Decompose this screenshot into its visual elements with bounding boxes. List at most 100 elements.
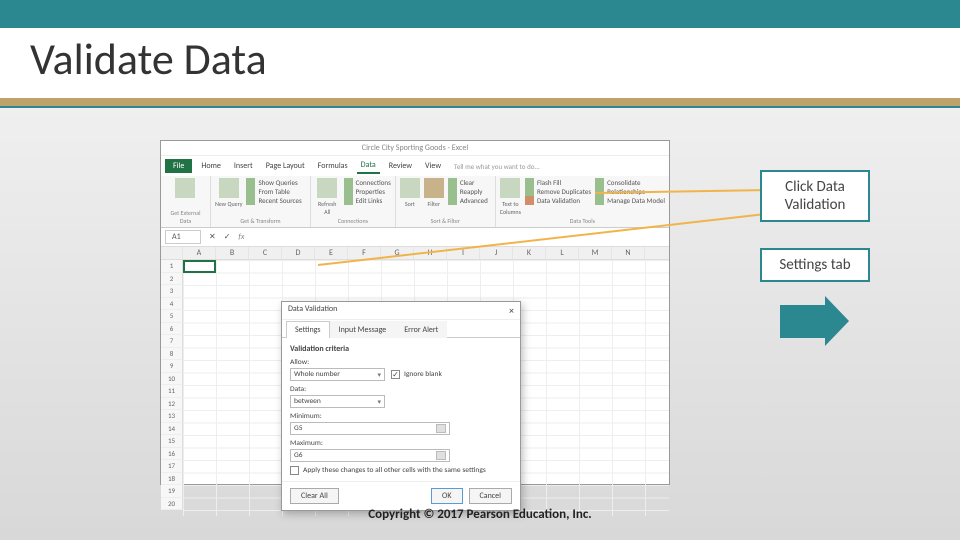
tab-review[interactable]: Review: [385, 159, 416, 173]
col-header[interactable]: B: [216, 247, 249, 259]
callout-text: Click Data: [785, 178, 845, 196]
cmd-flash-fill[interactable]: Flash Fill: [525, 178, 591, 187]
group-connections: Refresh All Connections Properties Edit …: [311, 176, 396, 227]
row-header[interactable]: 2: [161, 273, 183, 286]
minimum-label: Minimum:: [290, 412, 512, 421]
callout-text: Validation: [785, 196, 846, 214]
data-validation-dialog: Data Validation × Settings Input Message…: [281, 301, 521, 511]
ignore-blank-checkbox[interactable]: ✓Ignore blank: [391, 370, 442, 379]
cmd-data-validation[interactable]: Data Validation: [525, 196, 591, 205]
tab-formulas[interactable]: Formulas: [314, 159, 352, 173]
col-header[interactable]: N: [612, 247, 645, 259]
cmd-recent-sources[interactable]: Recent Sources: [246, 196, 301, 205]
refresh-all-icon[interactable]: [317, 178, 337, 198]
row-header[interactable]: 10: [161, 373, 183, 386]
new-query-label: New Query: [215, 200, 243, 208]
row-header[interactable]: 12: [161, 398, 183, 411]
row-header[interactable]: 9: [161, 360, 183, 373]
row-header[interactable]: 7: [161, 335, 183, 348]
tab-file[interactable]: File: [165, 159, 192, 173]
row-header[interactable]: 6: [161, 323, 183, 336]
name-box[interactable]: A1: [165, 230, 201, 244]
group-sort-filter: Sort Filter Clear Reapply Advanced Sort …: [396, 176, 496, 227]
row-header[interactable]: 16: [161, 448, 183, 461]
dialog-body: Validation criteria Allow: Whole number …: [282, 338, 520, 481]
row-header[interactable]: 11: [161, 385, 183, 398]
cancel-button[interactable]: Cancel: [469, 488, 513, 504]
row-header[interactable]: 1: [161, 260, 183, 273]
col-header[interactable]: A: [183, 247, 216, 259]
cmd-advanced[interactable]: Advanced: [448, 196, 488, 205]
row-header[interactable]: 15: [161, 435, 183, 448]
tab-error-alert[interactable]: Error Alert: [395, 321, 447, 338]
cmd-properties[interactable]: Properties: [344, 187, 391, 196]
sort-icon[interactable]: [400, 178, 420, 198]
col-header[interactable]: D: [282, 247, 315, 259]
maximum-label: Maximum:: [290, 439, 512, 448]
tab-settings[interactable]: Settings: [286, 321, 330, 338]
tell-me-search[interactable]: Tell me what you want to do...: [450, 160, 544, 173]
ref-button-icon[interactable]: [436, 451, 446, 460]
cmd-manage-data-model[interactable]: Manage Data Model: [595, 196, 665, 205]
group-label-external: Get External Data: [165, 209, 206, 225]
group-label-connections: Connections: [315, 217, 391, 225]
dialog-tabs: Settings Input Message Error Alert: [282, 320, 520, 338]
title-teal-bar: [0, 0, 960, 28]
cancel-icon[interactable]: ✕: [209, 232, 216, 242]
copyright-text: Copyright © 2017 Pearson Education, Inc.: [0, 507, 960, 522]
fx-icon[interactable]: fx: [238, 232, 244, 242]
cmd-edit-links[interactable]: Edit Links: [344, 196, 391, 205]
row-header[interactable]: 3: [161, 285, 183, 298]
col-header[interactable]: M: [579, 247, 612, 259]
col-header[interactable]: K: [513, 247, 546, 259]
group-data-tools: Text to Columns Flash Fill Remove Duplic…: [496, 176, 669, 227]
tab-insert[interactable]: Insert: [230, 159, 257, 173]
tab-input-message[interactable]: Input Message: [330, 321, 396, 338]
select-all-corner[interactable]: [161, 247, 183, 259]
cmd-remove-duplicates[interactable]: Remove Duplicates: [525, 187, 591, 196]
cmd-connections[interactable]: Connections: [344, 178, 391, 187]
text-to-columns-icon[interactable]: [500, 178, 520, 198]
row-header[interactable]: 19: [161, 485, 183, 498]
data-label: Data:: [290, 385, 512, 394]
cmd-consolidate[interactable]: Consolidate: [595, 178, 665, 187]
row-header[interactable]: 17: [161, 460, 183, 473]
ribbon-tabs: File Home Insert Page Layout Formulas Da…: [161, 156, 669, 176]
get-external-data-icon[interactable]: [175, 178, 195, 198]
row-header[interactable]: 5: [161, 310, 183, 323]
cmd-from-table[interactable]: From Table: [246, 187, 301, 196]
col-header[interactable]: E: [315, 247, 348, 259]
callout-text: Settings tab: [779, 256, 850, 274]
col-header[interactable]: L: [546, 247, 579, 259]
tab-pagelayout[interactable]: Page Layout: [262, 159, 309, 173]
cmd-clear[interactable]: Clear: [448, 178, 488, 187]
title-band: Validate Data: [0, 0, 960, 108]
ref-button-icon[interactable]: [436, 424, 446, 433]
row-header[interactable]: 14: [161, 423, 183, 436]
clear-all-button[interactable]: Clear All: [290, 488, 339, 504]
minimum-input[interactable]: G5: [290, 422, 450, 435]
row-header[interactable]: 4: [161, 298, 183, 311]
active-cell[interactable]: [183, 260, 216, 273]
ok-button[interactable]: OK: [431, 488, 462, 504]
cmd-show-queries[interactable]: Show Queries: [246, 178, 301, 187]
row-header[interactable]: 8: [161, 348, 183, 361]
row-header[interactable]: 13: [161, 410, 183, 423]
close-icon[interactable]: ×: [509, 304, 514, 317]
new-query-icon[interactable]: [219, 178, 239, 198]
data-select[interactable]: between: [290, 395, 385, 408]
filter-icon[interactable]: [424, 178, 444, 198]
tab-home[interactable]: Home: [197, 159, 225, 173]
group-label-datatools: Data Tools: [500, 217, 665, 225]
excel-screenshot: Circle City Sporting Goods - Excel File …: [160, 140, 670, 485]
col-header[interactable]: J: [480, 247, 513, 259]
cmd-reapply[interactable]: Reapply: [448, 187, 488, 196]
col-header[interactable]: C: [249, 247, 282, 259]
row-header[interactable]: 18: [161, 473, 183, 486]
allow-select[interactable]: Whole number: [290, 368, 385, 381]
apply-changes-checkbox[interactable]: Apply these changes to all other cells w…: [290, 466, 512, 475]
tab-data[interactable]: Data: [357, 158, 380, 174]
tab-view[interactable]: View: [421, 159, 445, 173]
maximum-input[interactable]: G6: [290, 449, 450, 462]
confirm-icon[interactable]: ✓: [224, 232, 231, 242]
